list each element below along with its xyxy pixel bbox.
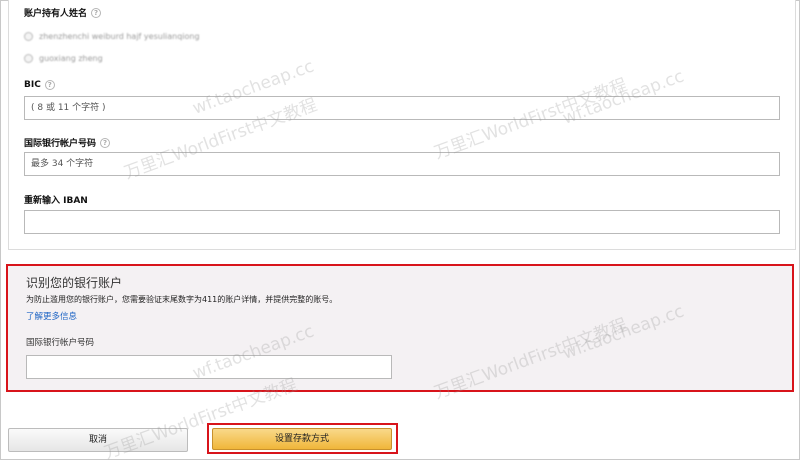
bic-label-text: BIC <box>24 80 41 90</box>
account-holder-option-2[interactable]: guoxiang zheng <box>24 54 103 63</box>
set-deposit-method-button[interactable]: 设置存款方式 <box>212 428 392 450</box>
help-icon[interactable]: ? <box>100 137 111 148</box>
bic-label: BIC ? <box>24 80 55 90</box>
verify-iban-label: 国际银行帐户号码 <box>26 338 95 348</box>
verify-title: 识别您的银行账户 <box>26 276 123 290</box>
iban-label: 国际银行帐户号码 ? <box>24 136 111 149</box>
help-icon[interactable]: ? <box>44 80 55 90</box>
verify-iban-input[interactable] <box>26 355 392 379</box>
help-icon[interactable]: ? <box>91 7 102 18</box>
iban-input[interactable]: 最多 34 个字符 <box>24 152 780 176</box>
verify-description: 为防止滥用您的银行账户，您需要验证末尾数字为411的账户详情，并提供完整的账号。 <box>26 295 338 304</box>
account-holder-label: 账户持有人姓名 ? <box>24 6 102 19</box>
account-holder-option-text: zhenzhenchi weiburd hajf yesulianqiong <box>39 32 200 41</box>
learn-more-link[interactable]: 了解更多信息 <box>26 310 77 322</box>
radio-button[interactable] <box>24 54 33 63</box>
cancel-button[interactable]: 取消 <box>8 428 188 452</box>
iban-confirm-label: 重新输入 IBAN <box>24 193 88 206</box>
iban-confirm-input[interactable] <box>24 210 780 234</box>
iban-label-text: 国际银行帐户号码 <box>24 139 97 149</box>
radio-button[interactable] <box>24 32 33 41</box>
verify-account-section: 识别您的银行账户 为防止滥用您的银行账户，您需要验证末尾数字为411的账户详情，… <box>6 264 794 392</box>
iban-confirm-label-text: 重新输入 IBAN <box>24 196 88 206</box>
account-holder-option-text: guoxiang zheng <box>39 54 103 63</box>
account-holder-label-text: 账户持有人姓名 <box>24 9 88 19</box>
account-holder-option-1[interactable]: zhenzhenchi weiburd hajf yesulianqiong <box>24 32 200 41</box>
bic-input[interactable]: ( 8 或 11 个字符 ) <box>24 96 780 120</box>
